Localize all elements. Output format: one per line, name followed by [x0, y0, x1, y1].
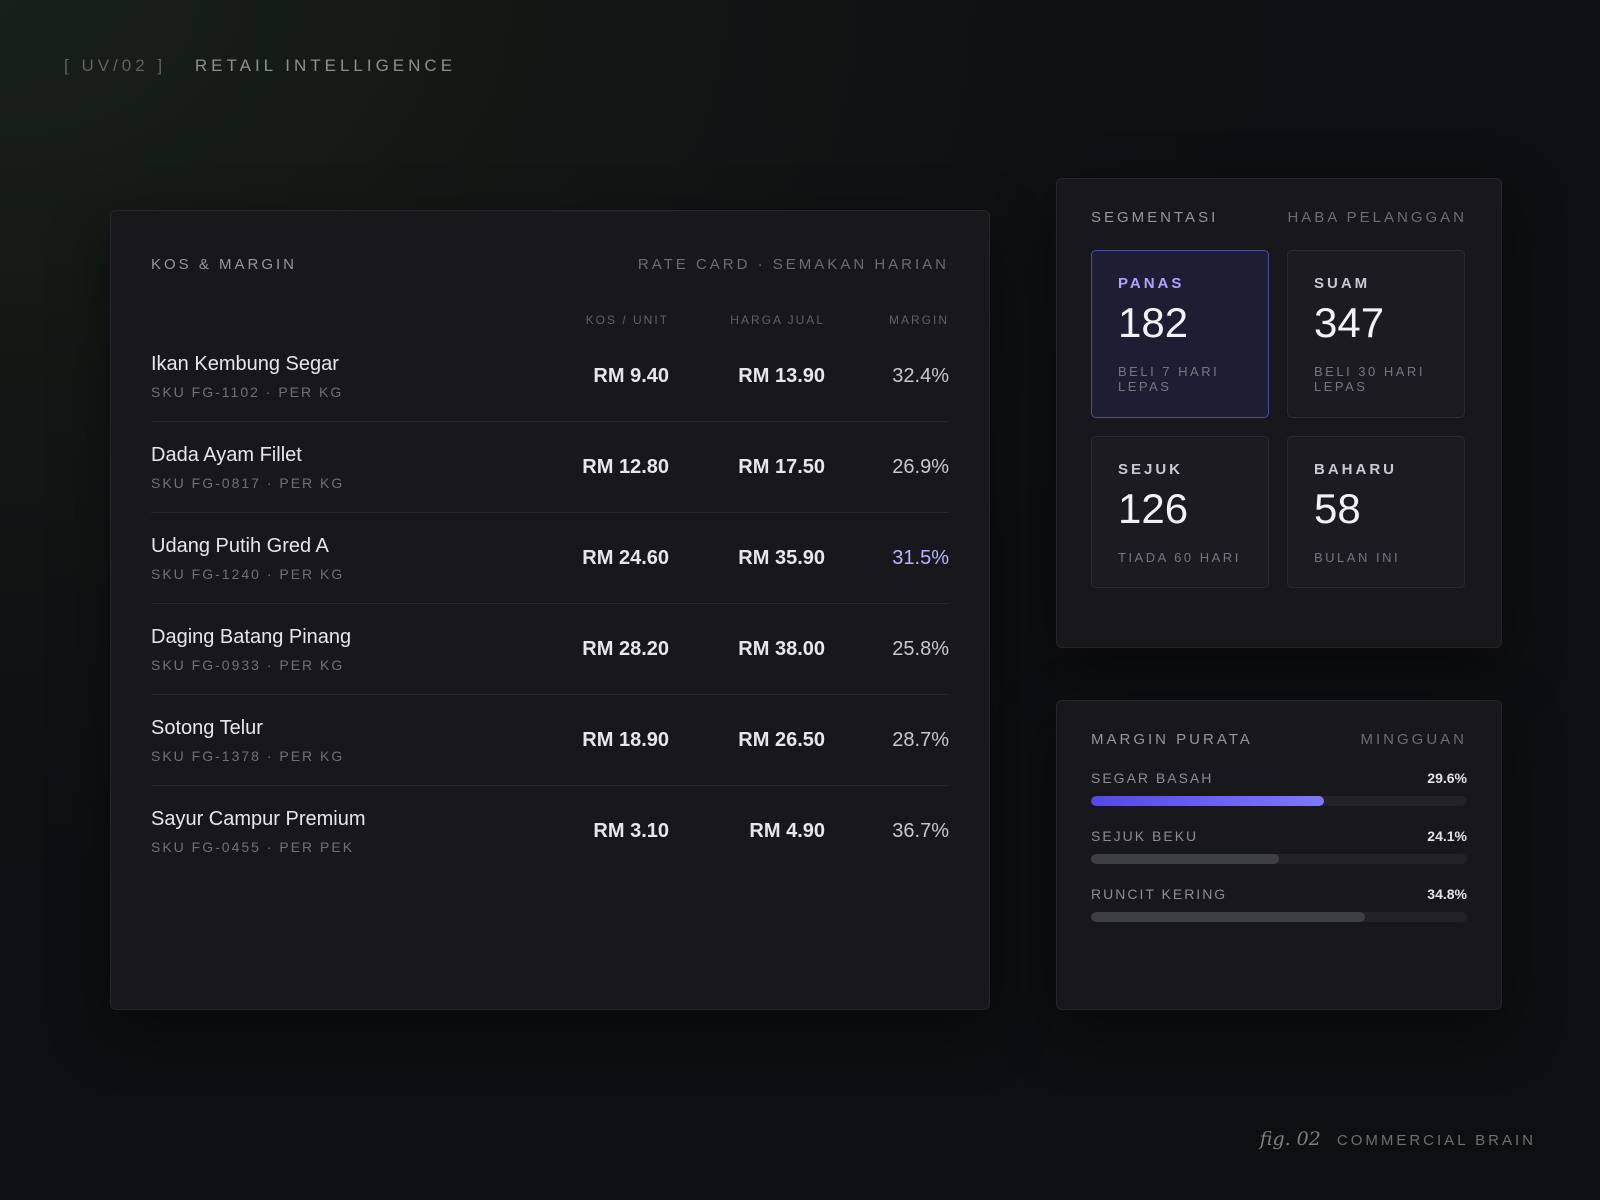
table-body: Ikan Kembung Segar SKU FG-1102 · PER KG R… [151, 331, 949, 876]
margin-bar-runcit-kering: RUNCIT KERING 34.8% [1091, 886, 1467, 922]
product-sku: SKU FG-1378 · PER KG [151, 747, 345, 764]
page-title: RETAIL INTELLIGENCE [194, 56, 457, 75]
segment-description: BELI 30 HARI LEPAS [1314, 364, 1425, 394]
kos-card-header: KOS & MARGIN RATE CARD · SEMAKAN HARIAN [151, 211, 949, 309]
table-row[interactable]: Udang Putih Gred A SKU FG-1240 · PER KG R… [151, 513, 949, 604]
kos-card-title: KOS & MARGIN [151, 255, 298, 273]
margin-card-subtitle: MINGGUAN [1360, 731, 1467, 748]
margin-value: 32.4% [892, 364, 949, 387]
kos-card-subtitle: RATE CARD · SEMAKAN HARIAN [637, 255, 949, 273]
margin-bar-segar-basah: SEGAR BASAH 29.6% [1091, 770, 1467, 806]
price-value: RM 35.90 [738, 546, 825, 569]
segment-card-subtitle: HABA PELANGGAN [1287, 209, 1467, 226]
bar-value: 24.1% [1427, 828, 1467, 844]
product-name: Sayur Campur Premium [151, 807, 366, 830]
figure-number: fig. 02 [1259, 1128, 1321, 1150]
progress-fill [1091, 796, 1325, 806]
table-row[interactable]: Daging Batang Pinang SKU FG-0933 · PER KG… [151, 604, 949, 695]
table-row[interactable]: Sotong Telur SKU FG-1378 · PER KG RM 18.9… [151, 695, 949, 786]
product-name: Daging Batang Pinang [151, 625, 352, 648]
segment-tile-baharu[interactable]: BAHARU 58 BULAN INI [1287, 436, 1465, 588]
margin-value: 28.7% [892, 728, 949, 751]
segment-description: BULAN INI [1314, 550, 1401, 565]
bar-label: SEJUK BEKU [1091, 828, 1199, 844]
segment-count: 347 [1314, 299, 1385, 346]
bar-label: SEGAR BASAH [1091, 770, 1214, 786]
segment-name: PANAS [1118, 275, 1185, 292]
margin-value: 25.8% [892, 637, 949, 660]
segment-grid: PANAS 182 BELI 7 HARI LEPAS SUAM 347 BEL… [1091, 250, 1467, 588]
segment-description: BELI 7 HARI LEPAS [1118, 364, 1220, 394]
cost-value: RM 24.60 [582, 546, 669, 569]
cost-value: RM 3.10 [593, 819, 669, 842]
margin-value: 36.7% [892, 819, 949, 842]
segment-tile-sejuk[interactable]: SEJUK 126 TIADA 60 HARI [1091, 436, 1269, 588]
segment-card-header: SEGMENTASI HABA PELANGGAN [1091, 209, 1467, 226]
figure-title: COMMERCIAL BRAIN [1336, 1132, 1536, 1149]
column-header-kos: KOS / UNIT [585, 313, 669, 327]
price-value: RM 26.50 [738, 728, 825, 751]
margin-bar-sejuk-beku: SEJUK BEKU 24.1% [1091, 828, 1467, 864]
segment-count: 126 [1118, 485, 1189, 532]
segment-count: 58 [1314, 485, 1361, 532]
product-name: Sotong Telur [151, 716, 263, 739]
product-name: Ikan Kembung Segar [151, 352, 339, 375]
average-margin-card: MARGIN PURATA MINGGUAN SEGAR BASAH 29.6%… [1056, 700, 1502, 1010]
product-sku: SKU FG-0455 · PER PEK [151, 838, 355, 855]
segment-card-title: SEGMENTASI [1091, 209, 1219, 226]
table-row[interactable]: Ikan Kembung Segar SKU FG-1102 · PER KG R… [151, 331, 949, 422]
price-value: RM 4.90 [749, 819, 825, 842]
bar-value: 34.8% [1427, 886, 1467, 902]
cost-value: RM 9.40 [593, 364, 669, 387]
product-name: Dada Ayam Fillet [151, 443, 302, 466]
progress-fill [1091, 912, 1366, 922]
column-header-margin: MARGIN [889, 313, 949, 327]
bar-label: RUNCIT KERING [1091, 886, 1228, 902]
segment-name: SEJUK [1118, 461, 1184, 478]
price-value: RM 17.50 [738, 455, 825, 478]
product-sku: SKU FG-1240 · PER KG [151, 565, 345, 582]
cost-value: RM 18.90 [582, 728, 669, 751]
page-header: [ UV/02 ] RETAIL INTELLIGENCE [64, 56, 456, 76]
bar-value: 29.6% [1427, 770, 1467, 786]
table-header: KOS / UNIT HARGA JUAL MARGIN [151, 309, 949, 331]
progress-fill [1091, 854, 1279, 864]
segment-tile-suam[interactable]: SUAM 347 BELI 30 HARI LEPAS [1287, 250, 1465, 418]
margin-card-header: MARGIN PURATA MINGGUAN [1091, 731, 1467, 748]
cost-value: RM 28.20 [582, 637, 669, 660]
product-sku: SKU FG-0933 · PER KG [151, 656, 345, 673]
segment-card: SEGMENTASI HABA PELANGGAN PANAS 182 BELI… [1056, 178, 1502, 648]
kos-margin-card: KOS & MARGIN RATE CARD · SEMAKAN HARIAN … [110, 210, 990, 1010]
product-name: Udang Putih Gred A [151, 534, 329, 557]
column-header-harga: HARGA JUAL [730, 313, 825, 327]
margin-value-highlighted: 31.5% [892, 546, 949, 569]
segment-tile-panas[interactable]: PANAS 182 BELI 7 HARI LEPAS [1091, 250, 1269, 418]
segment-description: TIADA 60 HARI [1118, 550, 1241, 565]
table-row[interactable]: Dada Ayam Fillet SKU FG-0817 · PER KG RM … [151, 422, 949, 513]
segment-name: SUAM [1314, 275, 1371, 292]
segment-name: BAHARU [1314, 461, 1397, 478]
progress-track [1091, 854, 1467, 864]
progress-track [1091, 796, 1467, 806]
table-row[interactable]: Sayur Campur Premium SKU FG-0455 · PER PE… [151, 786, 949, 876]
page-code: [ UV/02 ] [64, 56, 167, 75]
price-value: RM 38.00 [738, 637, 825, 660]
margin-card-title: MARGIN PURATA [1091, 731, 1253, 748]
cost-value: RM 12.80 [582, 455, 669, 478]
progress-track [1091, 912, 1467, 922]
product-sku: SKU FG-0817 · PER KG [151, 474, 345, 491]
margin-value: 26.9% [892, 455, 949, 478]
price-value: RM 13.90 [738, 364, 825, 387]
product-sku: SKU FG-1102 · PER KG [151, 383, 344, 400]
figure-caption: fig. 02 COMMERCIAL BRAIN [1260, 1128, 1536, 1150]
segment-count: 182 [1118, 299, 1189, 346]
